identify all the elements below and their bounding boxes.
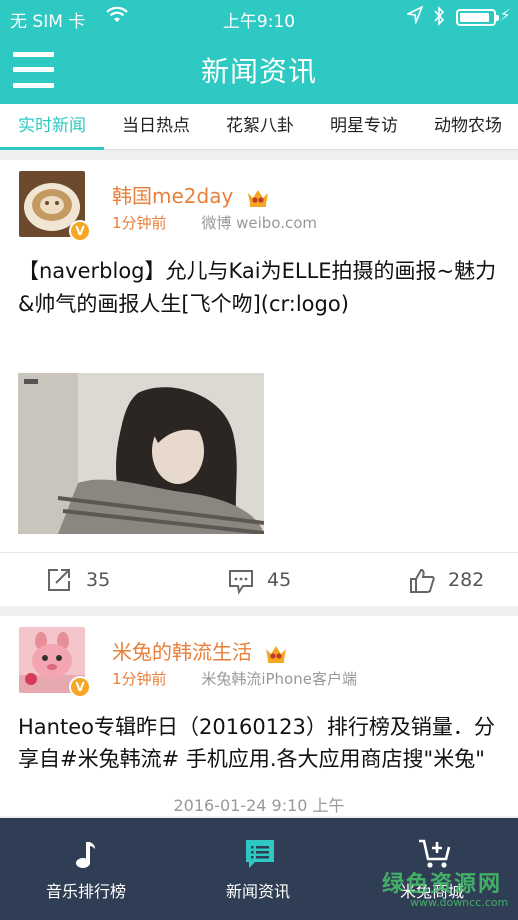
tab-star-interview[interactable]: 明星专访 (312, 104, 416, 150)
tab-label: 音乐排行榜 (45, 882, 126, 901)
comment-button[interactable]: 45 (227, 553, 347, 607)
thumbs-up-icon (410, 568, 435, 593)
post-source: 微博 weibo.com (201, 214, 317, 232)
like-button[interactable]: 282 (408, 553, 518, 607)
watermark-text: 绿色资源网 (382, 872, 503, 897)
charging-bolt-icon: ⚡ (500, 6, 511, 24)
tab-gossip[interactable]: 花絮八卦 (208, 104, 312, 150)
share-button[interactable]: 35 (46, 553, 166, 607)
news-card[interactable]: V 米兔的韩流生活 1分钟前 米兔韩流iPhone客户端 Hanteo专辑昨日（… (0, 616, 518, 816)
screenshot-timestamp: 2016-01-24 9:10 上午 (173, 796, 345, 815)
tab-daily-hot[interactable]: 当日热点 (104, 104, 208, 150)
tab-label: 新闻资讯 (225, 882, 290, 901)
tab-music-chart[interactable]: 音乐排行榜 (0, 818, 172, 920)
comment-icon (229, 570, 253, 595)
top-bar: 无 SIM 卡 上午9:10 ⚡ 新闻资讯 (0, 0, 518, 104)
post-actions: 35 45 282 (0, 552, 518, 606)
comment-count: 45 (267, 569, 292, 591)
news-card[interactable]: V 韩国me2day 1分钟前 微博 weibo.com 【naverblog】… (0, 160, 518, 606)
crown-icon (247, 189, 268, 207)
share-count: 35 (86, 569, 111, 591)
post-image[interactable] (18, 373, 264, 534)
tab-animal-farm[interactable]: 动物农场 (416, 104, 518, 150)
post-meta: 1分钟前 微博 weibo.com (112, 212, 317, 233)
like-count: 282 (448, 569, 485, 591)
battery-tip (496, 15, 499, 21)
post-source: 米兔韩流iPhone客户端 (201, 670, 357, 688)
share-icon (48, 569, 70, 591)
watermark-url: www.downcc.com (410, 896, 509, 909)
post-content[interactable]: 【naverblog】允儿与Kai为ELLE拍摄的画报~魅力&帅气的画报人生[飞… (18, 255, 504, 321)
avatar-wrap[interactable]: V (19, 171, 91, 242)
battery-icon (456, 9, 499, 26)
author-name[interactable]: 韩国me2day (112, 180, 270, 209)
post-meta: 1分钟前 米兔韩流iPhone客户端 (112, 668, 357, 689)
location-arrow-icon (405, 5, 424, 29)
post-content[interactable]: Hanteo专辑昨日（20160123）排行榜及销量．分享自#米兔韩流# 手机应… (18, 711, 504, 783)
time-ago: 1分钟前 (112, 670, 167, 688)
time-ago: 1分钟前 (112, 214, 167, 232)
author-name[interactable]: 米兔的韩流生活 (112, 636, 288, 665)
page-title: 新闻资讯 (200, 55, 317, 88)
status-bar: 无 SIM 卡 上午9:10 ⚡ (0, 0, 518, 34)
bluetooth-icon (432, 6, 446, 31)
author-name-text: 米兔的韩流生活 (112, 640, 252, 664)
verified-badge: V (69, 220, 91, 242)
tab-realtime-news[interactable]: 实时新闻 (0, 104, 104, 150)
author-name-text: 韩国me2day (112, 184, 234, 208)
crown-icon (266, 645, 287, 663)
chat-news-icon (246, 840, 274, 868)
tab-news[interactable]: 新闻资讯 (172, 818, 344, 920)
avatar-wrap[interactable]: V (19, 627, 91, 698)
category-tabs: 实时新闻 当日热点 花絮八卦 明星专访 动物农场 (0, 104, 518, 150)
music-note-icon (76, 842, 95, 868)
battery-fill (460, 13, 489, 22)
verified-badge: V (69, 676, 91, 698)
